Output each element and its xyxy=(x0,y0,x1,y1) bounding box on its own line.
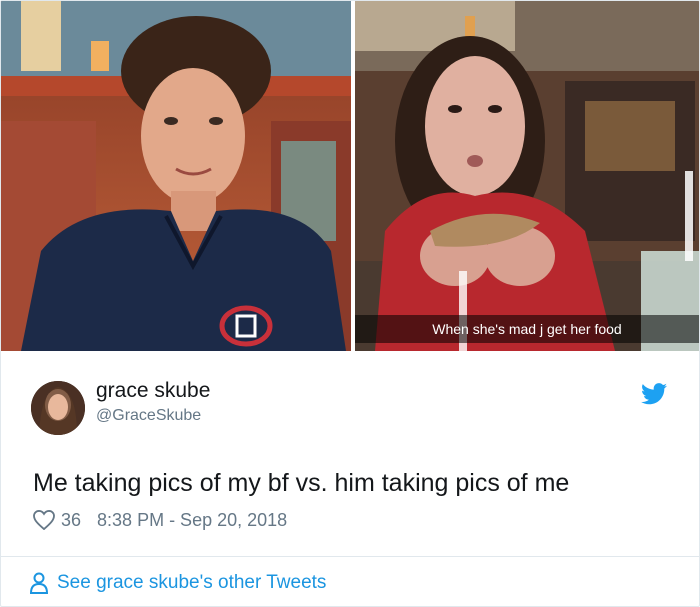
avatar[interactable] xyxy=(31,381,85,435)
person-icon xyxy=(29,572,49,594)
embedded-tweet-card: When she's mad j get her food grace skub… xyxy=(0,0,700,607)
tweet-header: grace skube @GraceSkube xyxy=(31,376,671,438)
display-name[interactable]: grace skube xyxy=(96,379,210,403)
see-other-tweets-link[interactable]: See grace skube's other Tweets xyxy=(29,569,326,597)
heart-icon[interactable] xyxy=(33,510,55,530)
see-other-tweets-label[interactable]: See grace skube's other Tweets xyxy=(57,572,326,594)
twitter-bird-icon[interactable] xyxy=(641,383,667,405)
tweet-meta: 36 8:38 PM - Sep 20, 2018 xyxy=(33,507,287,533)
tweet-media[interactable]: When she's mad j get her food xyxy=(1,1,699,351)
like-count[interactable]: 36 xyxy=(61,510,81,531)
tweet-text: Me taking pics of my bf vs. him taking p… xyxy=(33,469,570,497)
photo-boyfriend[interactable] xyxy=(1,1,351,351)
divider xyxy=(1,556,699,557)
photo-girlfriend[interactable]: When she's mad j get her food xyxy=(355,1,699,351)
snapchat-caption: When she's mad j get her food xyxy=(355,315,699,343)
tweet-timestamp[interactable]: 8:38 PM - Sep 20, 2018 xyxy=(97,510,287,531)
user-handle[interactable]: @GraceSkube xyxy=(96,407,201,425)
